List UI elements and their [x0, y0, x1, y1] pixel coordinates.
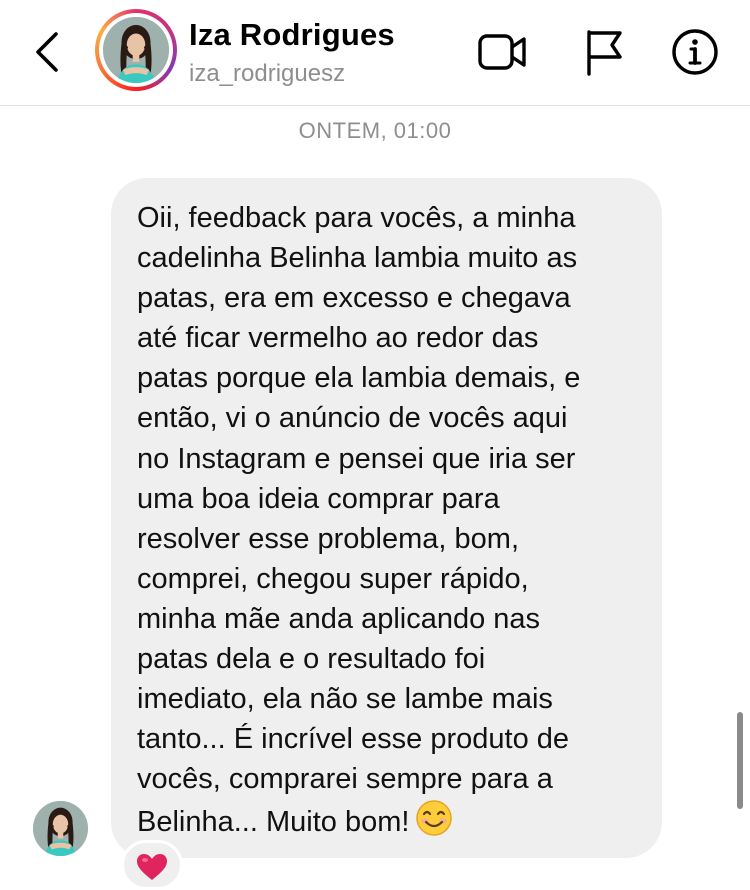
contact-username: iza_rodriguesz — [189, 60, 346, 87]
contact-name[interactable]: Iza Rodrigues — [189, 17, 395, 53]
report-button[interactable] — [574, 24, 630, 80]
video-call-button[interactable] — [475, 24, 531, 80]
red-heart-icon — [137, 854, 167, 880]
avatar-photo — [103, 17, 169, 83]
chat-header: Iza Rodrigues iza_rodriguesz — [0, 0, 750, 106]
back-button[interactable] — [24, 22, 70, 82]
back-chevron-icon — [36, 32, 58, 72]
video-call-icon — [478, 34, 526, 70]
sender-avatar[interactable] — [33, 801, 88, 856]
info-icon — [672, 29, 718, 75]
info-button[interactable] — [667, 24, 723, 80]
smiling-face-icon — [415, 799, 453, 842]
report-flag-icon — [587, 30, 622, 76]
message-bubble[interactable]: Oii, feedback para vocês, a minha cadeli… — [111, 178, 662, 858]
profile-avatar[interactable] — [95, 9, 177, 91]
scrollbar[interactable] — [737, 712, 743, 809]
message-text: Oii, feedback para vocês, a minha cadeli… — [137, 202, 581, 839]
message-timestamp: ONTEM, 01:00 — [298, 118, 452, 143]
message-reaction[interactable] — [121, 840, 183, 890]
